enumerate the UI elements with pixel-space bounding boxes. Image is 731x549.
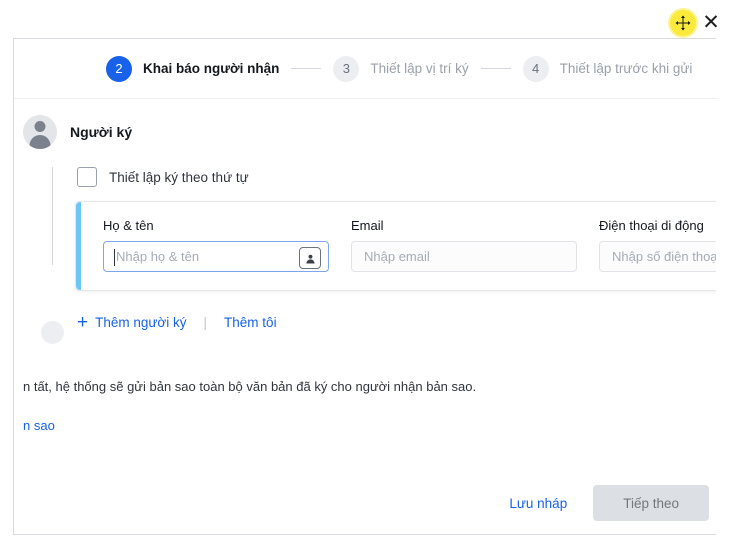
contact-picker-icon[interactable] <box>299 247 321 269</box>
copy-recipient-link[interactable]: n sao <box>14 394 716 433</box>
signing-order-label: Thiết lập ký theo thứ tự <box>109 169 249 185</box>
email-label: Email <box>351 218 384 233</box>
step-3-thiet-lap-vi-tri-ky[interactable]: 3 Thiết lập vị trí ký <box>333 55 469 82</box>
recipient-actions-row: + Thêm người ký | Thêm tôi <box>14 291 716 332</box>
add-signer-button[interactable]: + Thêm người ký <box>77 313 187 332</box>
full-name-label: Họ & tên <box>103 218 154 233</box>
step-3-label: Thiết lập vị trí ký <box>370 61 469 76</box>
signer-rail-line <box>52 167 53 265</box>
recipient-card: Họ & tên Nhập họ & tên Email Nhập email … <box>75 201 716 291</box>
recipient-setup-dialog: 2 Khai báo người nhận 3 Thiết lập vị trí… <box>13 38 716 535</box>
add-me-label: Thêm tôi <box>224 315 277 330</box>
step-2-label: Khai báo người nhận <box>143 61 280 76</box>
step-4-number: 4 <box>522 55 549 82</box>
dialog-footer: Lưu nháp Tiếp theo <box>14 472 716 534</box>
avatar <box>23 115 57 149</box>
full-name-input[interactable]: Nhập họ & tên <box>103 241 329 272</box>
mobile-phone-placeholder: Nhập số điện thoại <box>612 249 716 264</box>
text-caret <box>114 249 115 266</box>
step-2-number: 2 <box>106 55 132 82</box>
email-input[interactable]: Nhập email <box>351 241 577 272</box>
move-cursor-icon <box>670 10 696 36</box>
window-title-bar: ✕ <box>0 0 731 38</box>
email-placeholder: Nhập email <box>364 249 430 264</box>
plus-icon: + <box>77 312 89 333</box>
field-email: Email Nhập email <box>329 218 577 272</box>
step-separator-1 <box>291 68 322 69</box>
signer-rail-node <box>41 321 64 344</box>
step-separator-2 <box>480 68 511 69</box>
mobile-phone-label: Điện thoại di động <box>599 218 704 233</box>
signer-section-header: Người ký <box>14 99 716 149</box>
actions-separator: | <box>203 315 208 330</box>
step-2-khai-bao-nguoi-nhan[interactable]: 2 Khai báo người nhận <box>106 55 280 82</box>
step-4-thiet-lap-truoc-khi-gui[interactable]: 4 Thiết lập trước khi gửi <box>522 55 693 82</box>
signer-section-title: Người ký <box>70 124 133 140</box>
copy-recipient-note: n tất, hệ thống sẽ gửi bản sao toàn bộ v… <box>23 379 477 394</box>
mobile-phone-input[interactable]: Nhập số điện thoại <box>599 241 716 272</box>
add-signer-label: Thêm người ký <box>95 315 187 330</box>
step-3-number: 3 <box>333 55 360 82</box>
field-mobile-phone: Điện thoại di động Nhập số điện thoại <box>577 218 716 272</box>
field-full-name: Họ & tên Nhập họ & tên <box>81 218 329 272</box>
step-4-label: Thiết lập trước khi gửi <box>559 61 693 76</box>
full-name-placeholder: Nhập họ & tên <box>116 249 200 264</box>
signing-order-row[interactable]: Thiết lập ký theo thứ tự <box>14 149 716 187</box>
save-draft-button[interactable]: Lưu nháp <box>495 488 581 519</box>
signing-order-checkbox[interactable] <box>77 167 97 187</box>
next-button[interactable]: Tiếp theo <box>593 485 709 521</box>
dialog-body: Người ký Thiết lập ký theo thứ tự Họ & t… <box>14 99 716 494</box>
wizard-stepper: 2 Khai báo người nhận 3 Thiết lập vị trí… <box>14 39 716 99</box>
add-me-button[interactable]: Thêm tôi <box>224 315 277 330</box>
close-button[interactable]: ✕ <box>697 8 725 36</box>
